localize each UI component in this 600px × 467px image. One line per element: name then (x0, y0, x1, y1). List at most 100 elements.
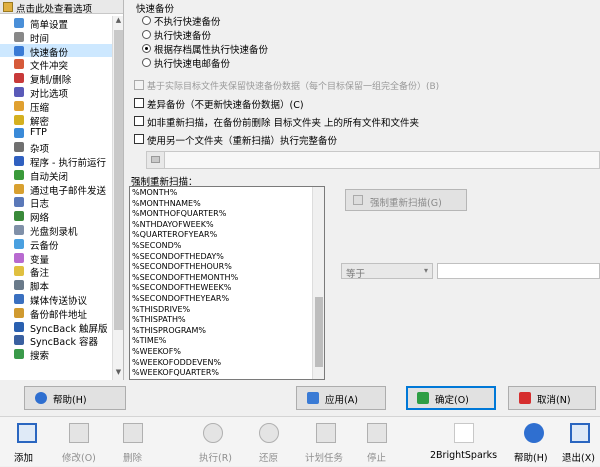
brand-link[interactable]: 2BrightSparks (428, 417, 500, 467)
radio-fast-backup[interactable] (142, 30, 151, 39)
list-item[interactable]: %SECONDOFTHEDAY% (132, 252, 314, 263)
list-item[interactable]: %SECOND% (132, 241, 314, 252)
ok-button-label: 确定(O) (435, 395, 469, 406)
schedule-button[interactable]: 计划任务 (304, 417, 348, 467)
list-item[interactable]: %WEEKOF% (132, 347, 314, 358)
sidebar-item[interactable]: 日志 (0, 195, 114, 210)
radio-archive-fast-backup[interactable] (142, 44, 151, 53)
sidebar-item[interactable]: 网络 (0, 209, 114, 224)
differential-backup-checkbox[interactable] (134, 98, 144, 108)
list-item[interactable]: %SECONDOFTHEMONTH% (132, 273, 314, 284)
scroll-thumb[interactable] (114, 30, 123, 330)
sidebar-item[interactable]: 时间 (0, 30, 114, 45)
list-item[interactable]: %WEEKOFODDEVEN% (132, 358, 314, 369)
force-rescan-scrollbar[interactable] (312, 187, 324, 379)
sidebar-item[interactable]: 简单设置 (0, 16, 114, 31)
folder-path-field (146, 151, 600, 169)
list-item[interactable]: %THISPATH% (132, 315, 314, 326)
list-item[interactable]: %SECONDOFTHEHOUR% (132, 262, 314, 273)
help-button[interactable]: 帮助(H) (24, 386, 126, 410)
program-icon (14, 155, 24, 166)
sidebar-item[interactable]: 云备份 (0, 237, 114, 252)
sidebar-item[interactable]: 解密 (0, 113, 114, 128)
toolbar-help-button[interactable]: 帮助(H) (514, 417, 554, 467)
sidebar-item[interactable]: 程序 - 执行前运行 (0, 154, 114, 169)
list-item[interactable]: %TIME% (132, 336, 314, 347)
delete-button[interactable]: 删除 (116, 417, 150, 467)
sidebar-header[interactable]: 点击此处查看选项 (0, 0, 123, 15)
force-rescan-button-label: 强制重新扫描(G) (370, 198, 442, 209)
stop-button[interactable]: 停止 (360, 417, 394, 467)
radio-label: 执行快速电邮备份 (154, 59, 231, 70)
main-toolbar: 添加 修改(O) 删除 执行(R) 还原 计划任务 停止 2BrightSpar… (0, 416, 600, 466)
sidebar-item[interactable]: 通过电子邮件发送 (0, 182, 114, 197)
list-item[interactable]: %THISPROGRAM% (132, 326, 314, 337)
email-icon (14, 183, 24, 194)
scroll-thumb[interactable] (315, 297, 323, 367)
list-item[interactable]: %MONTHNAME% (132, 199, 314, 210)
sidebar-item[interactable]: 脚本 (0, 278, 114, 293)
ok-button[interactable]: 确定(O) (406, 386, 496, 410)
equals-input[interactable] (437, 263, 600, 279)
apply-button[interactable]: 应用(A) (296, 386, 386, 410)
sidebar-item[interactable]: 媒体传送协议 (0, 292, 114, 307)
list-item[interactable]: %WEEKOFQUARTER% (132, 368, 314, 379)
sidebar-item[interactable]: 备份邮件地址 (0, 306, 114, 321)
list-item[interactable]: %THISDRIVE% (132, 305, 314, 316)
sidebar-item[interactable]: FTP (0, 126, 114, 140)
misc-icon (14, 142, 24, 153)
another-folder-checkbox[interactable] (134, 134, 144, 144)
force-rescan-listbox[interactable]: %MONTH% %MONTHNAME% %MONTHOFQUARTER% %NTHDA… (129, 186, 325, 380)
sidebar-item[interactable]: 文件冲突 (0, 57, 114, 72)
sidebar-item[interactable]: 快速备份 (0, 43, 114, 59)
radio-no-fast-backup[interactable] (142, 16, 151, 25)
radio-email-fast-backup[interactable] (142, 58, 151, 67)
sidebar-item[interactable]: 自动关闭 (0, 168, 114, 183)
mtp-icon (14, 293, 24, 304)
sidebar-scrollbar[interactable]: ▲ ▼ (112, 16, 123, 380)
run-button[interactable]: 执行(R) (196, 417, 232, 467)
sidebar-header-label: 点击此处查看选项 (16, 4, 93, 15)
delete-before-backup-checkbox[interactable] (134, 116, 144, 126)
sidebar-item[interactable]: 对比选项 (0, 85, 114, 100)
checkbox-label: 如非重新扫描，在备份前删除 目标文件夹 上的所有文件和文件夹 (147, 118, 420, 129)
exit-button[interactable]: 退出(X) (562, 417, 598, 467)
list-item[interactable]: %SECONDOFTHEWEEK% (132, 283, 314, 294)
list-item[interactable]: %MONTH% (132, 188, 314, 199)
list-item[interactable]: %MONTHOFQUARTER% (132, 209, 314, 220)
cloud-icon (14, 238, 24, 249)
folder-browse-button (147, 152, 165, 168)
rescan-icon (353, 195, 363, 205)
sidebar-item[interactable]: 光盘刻录机 (0, 223, 114, 238)
scroll-up-arrow-icon[interactable]: ▲ (113, 16, 123, 28)
keep-target-data-checkbox (134, 80, 144, 90)
section-title: 快速备份 (136, 4, 175, 15)
sidebar-item[interactable]: 复制/删除 (0, 71, 114, 86)
sidebar-item[interactable]: 备注 (0, 264, 114, 279)
list-item[interactable]: %NTHDAYOFWEEK% (132, 220, 314, 231)
edit-icon (69, 423, 89, 443)
cancel-button[interactable]: 取消(N) (508, 386, 596, 410)
sidebar-item-label: FTP (30, 127, 47, 139)
keep-target-data-label: 基于实际目标文件夹保留快速备份数据（每个目标保留一组完全备份）(B) (147, 82, 440, 92)
sidebar-item[interactable]: 压缩 (0, 99, 114, 114)
sidebar-item[interactable]: SyncBack 容器 (0, 333, 114, 348)
sidebar-item[interactable]: SyncBack 触屏版 (0, 320, 114, 335)
add-button[interactable]: 添加 (10, 417, 44, 467)
scroll-down-arrow-icon[interactable]: ▼ (113, 368, 123, 380)
radio-label: 根据存档属性执行快速备份 (154, 45, 269, 56)
add-profile-icon (17, 423, 37, 443)
restore-button[interactable]: 还原 (252, 417, 286, 467)
edit-button[interactable]: 修改(O) (62, 417, 96, 467)
list-item[interactable]: %QUARTEROFYEAR% (132, 230, 314, 241)
equals-select[interactable]: 等于 ▾ (341, 263, 433, 280)
list-item[interactable]: %SECONDOFTHEYEAR% (132, 294, 314, 305)
list-item[interactable]: %WEEKOFTHEMONTH% (132, 379, 314, 380)
equals-select-value: 等于 (346, 269, 366, 280)
sidebar-item[interactable]: 搜索 (0, 347, 114, 362)
script-icon (14, 280, 24, 291)
apply-icon (307, 392, 319, 404)
sidebar-item[interactable]: 变量 (0, 251, 114, 266)
stop-icon (367, 423, 387, 443)
sidebar-item[interactable]: 杂项 (0, 140, 114, 155)
